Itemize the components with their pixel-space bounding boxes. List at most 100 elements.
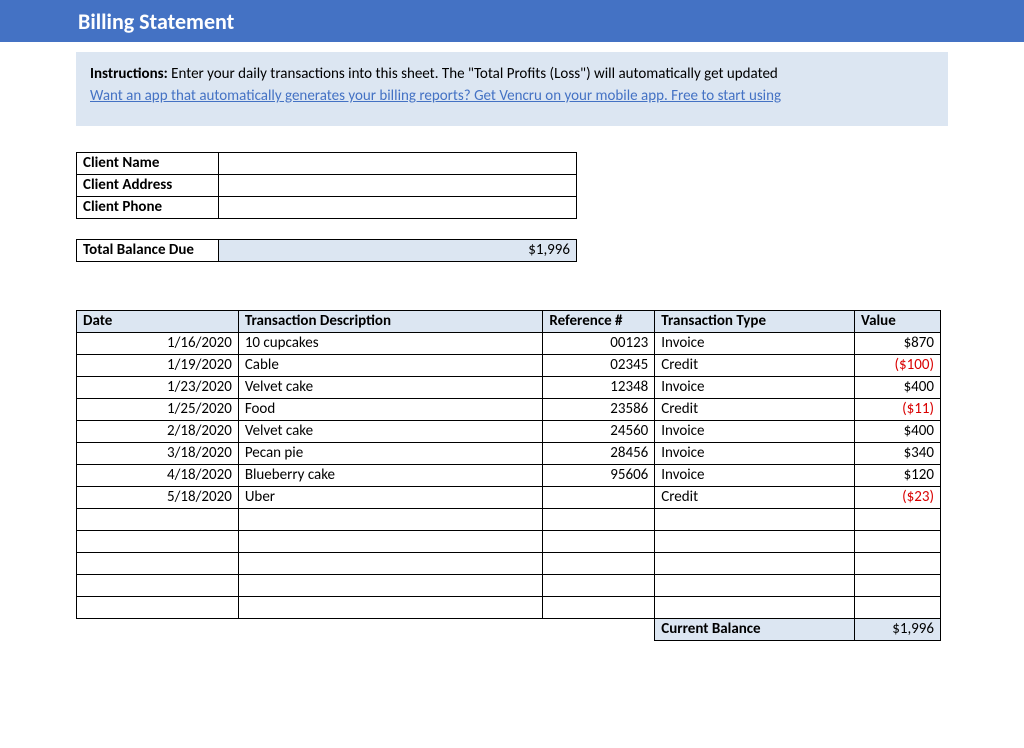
tx-type-cell[interactable] bbox=[655, 596, 855, 618]
tx-type-cell[interactable]: Invoice bbox=[655, 376, 855, 398]
tx-ref-cell[interactable]: 95606 bbox=[543, 464, 655, 486]
table-row bbox=[77, 574, 941, 596]
tx-value-cell[interactable]: $340 bbox=[855, 442, 941, 464]
tx-value-cell[interactable] bbox=[855, 596, 941, 618]
tx-ref-cell[interactable]: 24560 bbox=[543, 420, 655, 442]
tx-date-cell[interactable]: 3/18/2020 bbox=[77, 442, 239, 464]
tx-value-cell[interactable]: $120 bbox=[855, 464, 941, 486]
tx-value-cell[interactable]: $400 bbox=[855, 420, 941, 442]
instructions-box: Instructions: Enter your daily transacti… bbox=[76, 52, 948, 126]
current-balance-row: Current Balance $1,996 bbox=[77, 618, 941, 640]
tx-date-cell[interactable]: 1/19/2020 bbox=[77, 354, 239, 376]
tx-ref-cell[interactable] bbox=[543, 508, 655, 530]
tx-value-cell[interactable] bbox=[855, 508, 941, 530]
tx-date-cell[interactable]: 4/18/2020 bbox=[77, 464, 239, 486]
tx-type-cell[interactable] bbox=[655, 530, 855, 552]
tx-header-type: Transaction Type bbox=[655, 310, 855, 332]
tx-desc-cell[interactable]: Food bbox=[238, 398, 543, 420]
tx-value-cell[interactable]: ($23) bbox=[855, 486, 941, 508]
promo-link[interactable]: Want an app that automatically generates… bbox=[90, 87, 781, 105]
table-row: 1/19/2020Cable02345Credit($100) bbox=[77, 354, 941, 376]
tx-date-cell[interactable]: 1/16/2020 bbox=[77, 332, 239, 354]
page-title: Billing Statement bbox=[78, 8, 234, 35]
tx-date-cell[interactable] bbox=[77, 552, 239, 574]
tx-desc-cell[interactable] bbox=[238, 552, 543, 574]
current-balance-label: Current Balance bbox=[655, 618, 855, 640]
tx-value-cell[interactable]: $870 bbox=[855, 332, 941, 354]
client-phone-input[interactable] bbox=[219, 196, 577, 218]
tx-type-cell[interactable]: Invoice bbox=[655, 332, 855, 354]
tx-desc-cell[interactable] bbox=[238, 574, 543, 596]
table-row: 1/25/2020Food23586Credit($11) bbox=[77, 398, 941, 420]
tx-date-cell[interactable]: 5/18/2020 bbox=[77, 486, 239, 508]
page-title-bar: Billing Statement bbox=[0, 0, 1024, 42]
tx-ref-cell[interactable] bbox=[543, 552, 655, 574]
tx-desc-cell[interactable] bbox=[238, 596, 543, 618]
instructions-label: Instructions: bbox=[90, 65, 168, 83]
tx-header-value: Value bbox=[855, 310, 941, 332]
tx-date-cell[interactable] bbox=[77, 530, 239, 552]
table-row: 5/18/2020Uber Credit($23) bbox=[77, 486, 941, 508]
tx-ref-cell[interactable] bbox=[543, 574, 655, 596]
tx-date-cell[interactable] bbox=[77, 596, 239, 618]
tx-desc-cell[interactable]: 10 cupcakes bbox=[238, 332, 543, 354]
tx-ref-cell[interactable] bbox=[543, 596, 655, 618]
tx-date-cell[interactable]: 2/18/2020 bbox=[77, 420, 239, 442]
client-name-row: Client Name bbox=[77, 152, 577, 174]
tx-ref-cell[interactable]: 00123 bbox=[543, 332, 655, 354]
client-info-table: Client Name Client Address Client Phone bbox=[76, 152, 577, 219]
tx-desc-cell[interactable]: Velvet cake bbox=[238, 376, 543, 398]
tx-desc-cell[interactable] bbox=[238, 530, 543, 552]
table-row: 1/23/2020Velvet cake12348Invoice$400 bbox=[77, 376, 941, 398]
tx-type-cell[interactable] bbox=[655, 508, 855, 530]
tx-desc-cell[interactable]: Uber bbox=[238, 486, 543, 508]
client-address-row: Client Address bbox=[77, 174, 577, 196]
instructions-text: Enter your daily transactions into this … bbox=[168, 65, 778, 83]
tx-ref-cell[interactable]: 28456 bbox=[543, 442, 655, 464]
tx-value-cell[interactable] bbox=[855, 574, 941, 596]
tx-value-cell[interactable] bbox=[855, 530, 941, 552]
table-row: 2/18/2020Velvet cake24560Invoice$400 bbox=[77, 420, 941, 442]
client-name-input[interactable] bbox=[219, 152, 577, 174]
tx-desc-cell[interactable] bbox=[238, 508, 543, 530]
client-name-label: Client Name bbox=[77, 152, 219, 174]
tx-date-cell[interactable] bbox=[77, 508, 239, 530]
tx-ref-cell[interactable]: 02345 bbox=[543, 354, 655, 376]
tx-value-cell[interactable]: $400 bbox=[855, 376, 941, 398]
transactions-table: Date Transaction Description Reference #… bbox=[76, 310, 941, 641]
current-balance-value: $1,996 bbox=[855, 618, 941, 640]
tx-date-cell[interactable] bbox=[77, 574, 239, 596]
tx-type-cell[interactable]: Invoice bbox=[655, 464, 855, 486]
table-row: 4/18/2020Blueberry cake95606Invoice$120 bbox=[77, 464, 941, 486]
client-address-input[interactable] bbox=[219, 174, 577, 196]
tx-ref-cell[interactable] bbox=[543, 530, 655, 552]
table-row bbox=[77, 596, 941, 618]
client-phone-row: Client Phone bbox=[77, 196, 577, 218]
tx-date-cell[interactable]: 1/23/2020 bbox=[77, 376, 239, 398]
tx-type-cell[interactable]: Credit bbox=[655, 486, 855, 508]
tx-type-cell[interactable]: Invoice bbox=[655, 442, 855, 464]
tx-header-date: Date bbox=[77, 310, 239, 332]
content-area: Instructions: Enter your daily transacti… bbox=[0, 52, 1024, 641]
tx-ref-cell[interactable] bbox=[543, 486, 655, 508]
tx-desc-cell[interactable]: Blueberry cake bbox=[238, 464, 543, 486]
tx-type-cell[interactable] bbox=[655, 574, 855, 596]
tx-type-cell[interactable]: Credit bbox=[655, 354, 855, 376]
tx-ref-cell[interactable]: 23586 bbox=[543, 398, 655, 420]
tx-desc-cell[interactable]: Pecan pie bbox=[238, 442, 543, 464]
tx-desc-cell[interactable]: Cable bbox=[238, 354, 543, 376]
balance-summary-table: Total Balance Due $1,996 bbox=[76, 239, 577, 262]
total-balance-label: Total Balance Due bbox=[77, 239, 219, 261]
tx-ref-cell[interactable]: 12348 bbox=[543, 376, 655, 398]
tx-header-desc: Transaction Description bbox=[238, 310, 543, 332]
tx-value-cell[interactable] bbox=[855, 552, 941, 574]
tx-type-cell[interactable]: Credit bbox=[655, 398, 855, 420]
tx-desc-cell[interactable]: Velvet cake bbox=[238, 420, 543, 442]
tx-type-cell[interactable]: Invoice bbox=[655, 420, 855, 442]
table-row bbox=[77, 552, 941, 574]
tx-date-cell[interactable]: 1/25/2020 bbox=[77, 398, 239, 420]
tx-value-cell[interactable]: ($11) bbox=[855, 398, 941, 420]
tx-type-cell[interactable] bbox=[655, 552, 855, 574]
tx-value-cell[interactable]: ($100) bbox=[855, 354, 941, 376]
tx-header-row: Date Transaction Description Reference #… bbox=[77, 310, 941, 332]
